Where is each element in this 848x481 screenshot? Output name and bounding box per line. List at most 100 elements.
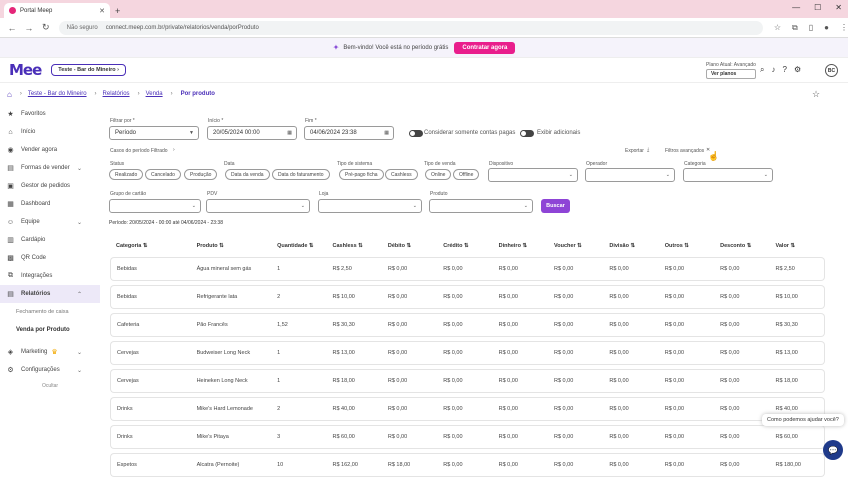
chip-online[interactable]: Online	[425, 169, 452, 180]
app-header: Mee Teste - Bar do Mineiro › Plano Atual…	[0, 58, 848, 83]
favorite-star-icon[interactable]: ☆	[812, 89, 820, 100]
sidebar-item-relatorios[interactable]: ▤ Relatórios ⌃	[0, 285, 100, 303]
col-divisao[interactable]: Divisão ⇅	[603, 239, 658, 253]
sidebar-item-equipe[interactable]: ☺ Equipe ⌄	[0, 213, 100, 231]
maximize-icon[interactable]: ☐	[814, 3, 821, 12]
filter-by-select[interactable]: Período ▼	[109, 126, 199, 140]
hide-sidebar-button[interactable]: Ocultar	[0, 383, 100, 389]
sidebar-subitem-fechamento-de-caixa[interactable]: Fechamento de caixa	[0, 303, 100, 321]
url-field[interactable]: Não seguro connect.meep.com.br/private/r…	[58, 20, 763, 35]
end-date-input[interactable]: 04/06/2024 23:38 ▦	[304, 126, 394, 140]
sidebar-item-vender-agora[interactable]: ◉ Vender agora	[0, 141, 100, 159]
sidebar-item-qr-code[interactable]: ▩ QR Code	[0, 249, 100, 267]
table-cell: Espetos	[110, 453, 191, 477]
profile-icon[interactable]: ●	[824, 23, 829, 32]
chat-button[interactable]: 💬	[823, 440, 843, 460]
venue-selector[interactable]: Teste - Bar do Mineiro ›	[51, 64, 127, 76]
menu-icon[interactable]: ⋮	[840, 23, 848, 32]
sidebar-item-formas-de-vender[interactable]: ▤ Formas de vender ⌄	[0, 159, 100, 177]
chevron-down-icon: ⌄	[523, 203, 528, 209]
chip-data-faturamento[interactable]: Data do faturamento	[272, 169, 330, 180]
sidebar-item-integracoes[interactable]: ⧉ Integrações	[0, 267, 100, 285]
export-button[interactable]: Exportar	[625, 148, 644, 154]
table-cell: R$ 0,00	[714, 285, 770, 309]
chip-producao[interactable]: Produção	[184, 169, 218, 180]
meep-logo[interactable]: Mee	[9, 61, 42, 79]
col-desconto[interactable]: Desconto ⇅	[714, 239, 769, 253]
contract-now-button[interactable]: Contratar agora	[454, 41, 516, 54]
col-quantidade[interactable]: Quantidade ⇅	[271, 239, 326, 253]
avatar[interactable]: BC	[825, 64, 838, 77]
col-produto[interactable]: Produto ⇅	[191, 239, 272, 253]
chat-bubble[interactable]: Como podemos ajudar você?	[762, 414, 844, 426]
breadcrumb-relatorios[interactable]: Relatórios	[103, 91, 130, 97]
security-indicator[interactable]: Não seguro	[67, 25, 98, 31]
col-dinheiro[interactable]: Dinheiro ⇅	[493, 239, 548, 253]
sidebar-item-cardapio[interactable]: ▥ Cardápio	[0, 231, 100, 249]
col-credito[interactable]: Crédito ⇅	[437, 239, 492, 253]
view-plans-button[interactable]: Ver planos	[706, 69, 756, 79]
breadcrumb-separator: ›	[19, 91, 22, 97]
close-window-icon[interactable]: ✕	[835, 3, 842, 12]
forward-icon[interactable]: →	[24, 23, 34, 33]
col-voucher[interactable]: Voucher ⇅	[548, 239, 603, 253]
chip-pre-pago-ficha[interactable]: Pré-pago ficha	[339, 169, 384, 180]
period-cases-link[interactable]: Casos do período Filtrado	[110, 148, 168, 154]
table-cell: R$ 0,00	[658, 425, 715, 449]
col-categoria[interactable]: Categoria ⇅	[110, 239, 191, 253]
close-tab-icon[interactable]: ✕	[99, 7, 105, 15]
calendar-icon[interactable]: ▦	[384, 130, 389, 136]
bookmark-icon[interactable]: ☆	[774, 23, 781, 32]
help-icon[interactable]: ?	[782, 65, 786, 75]
sidebar-item-gestor-de-pedidos[interactable]: ▣ Gestor de pedidos	[0, 177, 100, 195]
device-select[interactable]: ⌄	[488, 168, 578, 182]
operator-select[interactable]: ⌄	[585, 168, 675, 182]
show-extras-toggle[interactable]	[520, 130, 534, 137]
sidebar-item-configuracoes[interactable]: ⚙ Configurações ⌄	[0, 361, 100, 379]
chip-cashless[interactable]: Cashless	[385, 169, 418, 180]
start-date-input[interactable]: 20/05/2024 00:00 ▦	[207, 126, 297, 140]
col-debito[interactable]: Débito ⇅	[382, 239, 437, 253]
minimize-icon[interactable]: —	[792, 3, 800, 12]
breadcrumb-venue[interactable]: Teste - Bar do Mineiro	[28, 91, 87, 97]
category-select[interactable]: ⌄	[683, 168, 773, 182]
table-cell: R$ 10,00	[769, 285, 825, 309]
sidebar-item-dashboard[interactable]: ▦ Dashboard	[0, 195, 100, 213]
sidebar-item-marketing[interactable]: ◈ Marketing ♛ ⌄	[0, 343, 100, 361]
extensions-icon[interactable]: ⧉	[792, 23, 798, 33]
chip-cancelado[interactable]: Cancelado	[145, 169, 181, 180]
sidebar-item-favoritos[interactable]: ★ Favoritos	[0, 105, 100, 123]
sidepanel-icon[interactable]: ▯	[809, 23, 813, 32]
advanced-filters-button[interactable]: Filtros avançados	[665, 148, 704, 154]
table-cell: R$ 0,00	[381, 369, 438, 393]
bell-icon[interactable]: ♪	[771, 65, 775, 75]
card-group-select[interactable]: ⌄	[109, 199, 201, 213]
browser-tab[interactable]: Portal Meep ✕	[4, 3, 110, 18]
download-icon[interactable]: ⤓	[647, 147, 649, 153]
search-button[interactable]: Buscar	[541, 199, 570, 213]
chip-offline[interactable]: Offline	[453, 169, 480, 180]
search-icon[interactable]: ⌕	[760, 65, 764, 75]
table-cell: R$ 0,00	[548, 285, 604, 309]
breadcrumb-separator: ›	[137, 91, 140, 97]
table-cell: R$ 0,00	[548, 341, 604, 365]
table-cell: R$ 0,00	[603, 397, 659, 421]
col-cashless[interactable]: Cashless ⇅	[327, 239, 382, 253]
sidebar-item-inicio[interactable]: ⌂ Início	[0, 123, 100, 141]
paid-only-toggle[interactable]	[409, 130, 423, 137]
breadcrumb-venda[interactable]: Venda	[146, 91, 163, 97]
col-valor[interactable]: Valor ⇅	[770, 239, 826, 253]
back-icon[interactable]: ←	[7, 23, 17, 33]
product-select[interactable]: ⌄	[429, 199, 533, 213]
store-select[interactable]: ⌄	[318, 199, 422, 213]
reload-icon[interactable]: ↻	[41, 22, 51, 33]
home-icon[interactable]: ⌂	[7, 90, 12, 99]
calendar-icon[interactable]: ▦	[287, 130, 292, 136]
gear-icon[interactable]: ⚙	[794, 65, 801, 75]
chip-realizado[interactable]: Realizado	[109, 169, 144, 180]
col-outros[interactable]: Outros ⇅	[659, 239, 714, 253]
chip-data-venda[interactable]: Data da venda	[225, 169, 270, 180]
sidebar-subitem-venda-por-produto[interactable]: Venda por Produto	[0, 321, 100, 339]
new-tab-button[interactable]: +	[115, 6, 120, 16]
pdv-select[interactable]: ⌄	[206, 199, 310, 213]
